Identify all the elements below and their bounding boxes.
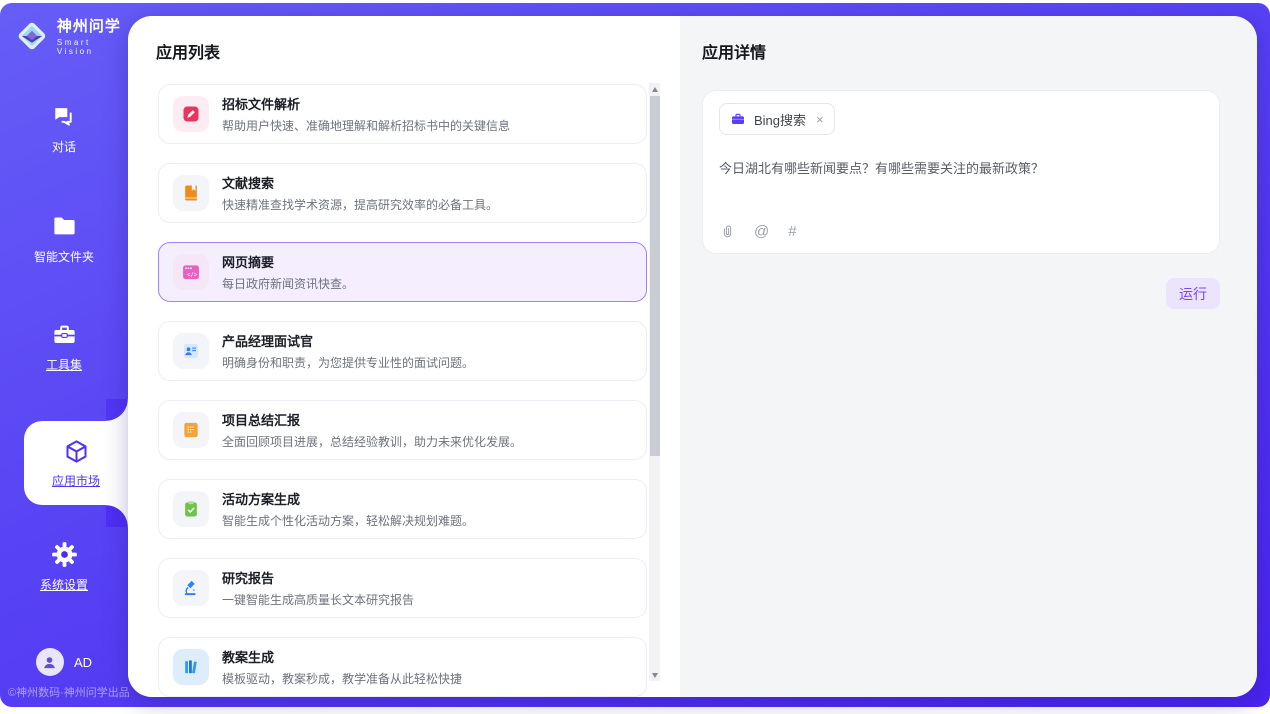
lesson-plan-icon: [173, 649, 209, 685]
app-desc: 帮助用户快速、准确地理解和解析招标书中的关键信息: [222, 117, 510, 134]
brand-subtitle: Smart Vision: [57, 38, 128, 56]
app-list-panel: 应用列表 招标文件解析 帮助用户快速、准确地理解和解析招标书中的关键信息 文献搜…: [128, 16, 680, 697]
app-name: 文献搜索: [222, 173, 498, 192]
sidebar-item-label: 系统设置: [40, 576, 88, 593]
chat-icon: [51, 103, 78, 130]
sidebar-item-label: 智能文件夹: [34, 248, 94, 265]
sidebar-item-smart-folder[interactable]: 智能文件夹: [0, 213, 128, 265]
toolbox-icon: [51, 321, 78, 348]
app-name: 项目总结汇报: [222, 410, 522, 429]
app-desc: 明确身份和职责，为您提供专业性的面试问题。: [222, 354, 474, 371]
app-card-pm-interviewer[interactable]: 产品经理面试官 明确身份和职责，为您提供专业性的面试问题。: [158, 321, 647, 381]
user-name: AD: [74, 655, 92, 670]
tool-chip-bing-search[interactable]: Bing搜索 ×: [719, 103, 835, 135]
app-card-research-report[interactable]: 研究报告 一键智能生成高质量长文本研究报告: [158, 558, 647, 618]
avatar: [36, 648, 64, 676]
sidebar-item-label: 工具集: [46, 356, 82, 373]
tender-parse-icon: [173, 96, 209, 132]
pm-interviewer-icon: [173, 333, 209, 369]
gear-icon: [51, 541, 78, 568]
app-name: 教案生成: [222, 647, 462, 666]
user-avatar-icon: [41, 654, 58, 671]
app-name: 研究报告: [222, 568, 414, 587]
scroll-up-icon[interactable]: [649, 83, 660, 95]
sidebar-item-toolset[interactable]: 工具集: [0, 321, 128, 373]
app-name: 招标文件解析: [222, 94, 510, 113]
sidebar-item-label: 对话: [52, 138, 76, 155]
scrollbar-thumb[interactable]: [650, 96, 660, 456]
app-detail-panel: 应用详情 Bing搜索 × 今日湖北有哪些新闻要点？有哪些需要关注的最新政策？ …: [680, 16, 1257, 697]
tool-chip-label: Bing搜索: [754, 110, 806, 129]
app-desc: 快速精准查找学术资源，提高研究效率的必备工具。: [222, 196, 498, 213]
mention-icon[interactable]: @: [754, 224, 769, 240]
app-list-title: 应用列表: [156, 39, 220, 63]
briefcase-icon: [730, 111, 746, 127]
app-name: 网页摘要: [222, 252, 354, 271]
app-desc: 一键智能生成高质量长文本研究报告: [222, 591, 414, 608]
app-card-list: 招标文件解析 帮助用户快速、准确地理解和解析招标书中的关键信息 文献搜索 快速精…: [158, 84, 647, 697]
project-summary-icon: [173, 412, 209, 448]
user-account[interactable]: AD: [0, 648, 128, 676]
app-desc: 每日政府新闻资讯快查。: [222, 275, 354, 292]
app-card-webpage-summary[interactable]: </> 网页摘要 每日政府新闻资讯快查。: [158, 242, 647, 302]
svg-text:</>: </>: [187, 273, 198, 279]
sidebar: 神州问学 Smart Vision 对话 智能文件夹 工具集: [0, 3, 128, 707]
app-desc: 模板驱动，教案秒成，教学准备从此轻松快捷: [222, 670, 462, 687]
app-card-literature-search[interactable]: 文献搜索 快速精准查找学术资源，提高研究效率的必备工具。: [158, 163, 647, 223]
sidebar-item-chat[interactable]: 对话: [0, 103, 128, 155]
close-icon[interactable]: ×: [816, 112, 824, 127]
research-report-icon: [173, 570, 209, 606]
input-toolbar: @ #: [720, 223, 797, 240]
app-desc: 全面回顾项目进展，总结经验教训，助力未来优化发展。: [222, 433, 522, 450]
folder-icon: [51, 213, 78, 240]
scroll-down-icon[interactable]: [649, 669, 660, 681]
app-card-tender-parse[interactable]: 招标文件解析 帮助用户快速、准确地理解和解析招标书中的关键信息: [158, 84, 647, 144]
sidebar-item-app-market[interactable]: 应用市场: [24, 421, 128, 505]
app-name: 产品经理面试官: [222, 331, 474, 350]
sidebar-footer: ©神州数码·神州问学出品: [8, 684, 130, 700]
content-container: 应用列表 招标文件解析 帮助用户快速、准确地理解和解析招标书中的关键信息 文献搜…: [128, 16, 1257, 697]
app-detail-title: 应用详情: [702, 39, 1220, 63]
run-button[interactable]: 运行: [1166, 278, 1220, 309]
cube-icon: [63, 438, 90, 465]
app-card-project-summary[interactable]: 项目总结汇报 全面回顾项目进展，总结经验教训，助力未来优化发展。: [158, 400, 647, 460]
brand-logo: 神州问学 Smart Vision: [14, 15, 128, 56]
hash-icon[interactable]: #: [788, 224, 796, 240]
sidebar-item-label: 应用市场: [52, 472, 100, 489]
app-desc: 智能生成个性化活动方案，轻松解决规划难题。: [222, 512, 474, 529]
attachment-icon[interactable]: [720, 223, 735, 240]
app-card-event-plan[interactable]: 活动方案生成 智能生成个性化活动方案，轻松解决规划难题。: [158, 479, 647, 539]
webpage-summary-icon: </>: [173, 254, 209, 290]
prompt-input-card[interactable]: Bing搜索 × 今日湖北有哪些新闻要点？有哪些需要关注的最新政策？ @ #: [702, 90, 1220, 254]
event-plan-icon: [173, 491, 209, 527]
prompt-text[interactable]: 今日湖北有哪些新闻要点？有哪些需要关注的最新政策？: [719, 158, 1203, 177]
brand-name: 神州问学: [57, 15, 128, 36]
app-name: 活动方案生成: [222, 489, 474, 508]
app-card-lesson-plan[interactable]: 教案生成 模板驱动，教案秒成，教学准备从此轻松快捷: [158, 637, 647, 697]
diamond-logo-icon: [14, 17, 50, 55]
list-scrollbar[interactable]: [649, 83, 660, 681]
sidebar-item-settings[interactable]: 系统设置: [0, 541, 128, 593]
literature-search-icon: [173, 175, 209, 211]
